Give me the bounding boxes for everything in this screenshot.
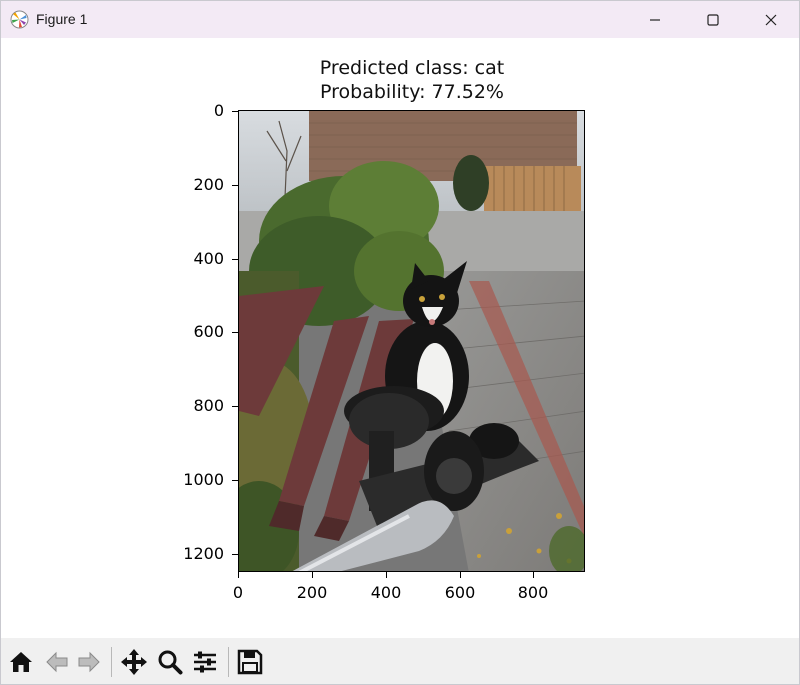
navigation-toolbar: [1, 638, 799, 684]
x-tick-label: 600: [444, 583, 476, 602]
toolbar-separator: [111, 647, 112, 677]
y-tick-mark: [232, 406, 238, 407]
y-tick-label: 600: [193, 322, 224, 341]
matplotlib-logo-icon: [10, 10, 29, 29]
maximize-icon: [707, 13, 719, 26]
y-tick-mark: [232, 259, 238, 260]
title-bar[interactable]: Figure 1: [1, 1, 799, 38]
save-button[interactable]: [234, 647, 266, 677]
close-icon: [765, 14, 777, 25]
image-axes[interactable]: [238, 110, 585, 572]
y-tick-label: 800: [193, 396, 224, 415]
figure-title-class: Predicted class: cat: [319, 57, 505, 79]
pan-icon: [121, 649, 147, 675]
pan-button[interactable]: [118, 647, 150, 677]
cat-photo-image: [239, 111, 584, 571]
x-tick-mark: [386, 572, 387, 578]
figure-window: Figure 1 Predicted class: cat Probabilit…: [0, 0, 800, 685]
y-tick-label: 400: [193, 249, 224, 268]
figure-canvas[interactable]: Predicted class: cat Probability: 77.52%: [1, 38, 799, 638]
save-icon: [237, 649, 263, 675]
y-tick-label: 1200: [183, 544, 224, 563]
y-tick-mark: [232, 480, 238, 481]
y-tick-mark: [232, 185, 238, 186]
x-tick-label: 800: [517, 583, 549, 602]
zoom-icon: [158, 650, 183, 675]
back-button[interactable]: [41, 647, 73, 677]
x-tick-mark: [238, 572, 239, 578]
configure-subplots-icon: [194, 651, 216, 673]
x-tick-label: 200: [296, 583, 328, 602]
y-tick-mark: [232, 554, 238, 555]
home-icon: [10, 652, 32, 672]
home-button[interactable]: [5, 647, 37, 677]
y-tick-label: 0: [213, 101, 224, 120]
minimize-button[interactable]: [626, 1, 684, 38]
toolbar-separator: [228, 647, 229, 677]
x-tick-mark: [460, 572, 461, 578]
zoom-button[interactable]: [154, 647, 186, 677]
minimize-icon: [650, 18, 660, 21]
window-title: Figure 1: [36, 11, 88, 27]
figure-title-probability: Probability: 77.52%: [320, 81, 504, 103]
maximize-button[interactable]: [684, 1, 742, 38]
close-button[interactable]: [742, 1, 799, 38]
forward-icon: [78, 651, 100, 673]
x-tick-mark: [312, 572, 313, 578]
y-tick-mark: [232, 111, 238, 112]
back-icon: [46, 651, 68, 673]
y-tick-mark: [232, 332, 238, 333]
x-tick-label: 0: [232, 583, 244, 602]
x-tick-label: 400: [370, 583, 402, 602]
configure-subplots-button[interactable]: [189, 647, 221, 677]
y-tick-label: 200: [193, 175, 224, 194]
y-tick-label: 1000: [183, 470, 224, 489]
forward-button[interactable]: [73, 647, 105, 677]
x-tick-mark: [533, 572, 534, 578]
